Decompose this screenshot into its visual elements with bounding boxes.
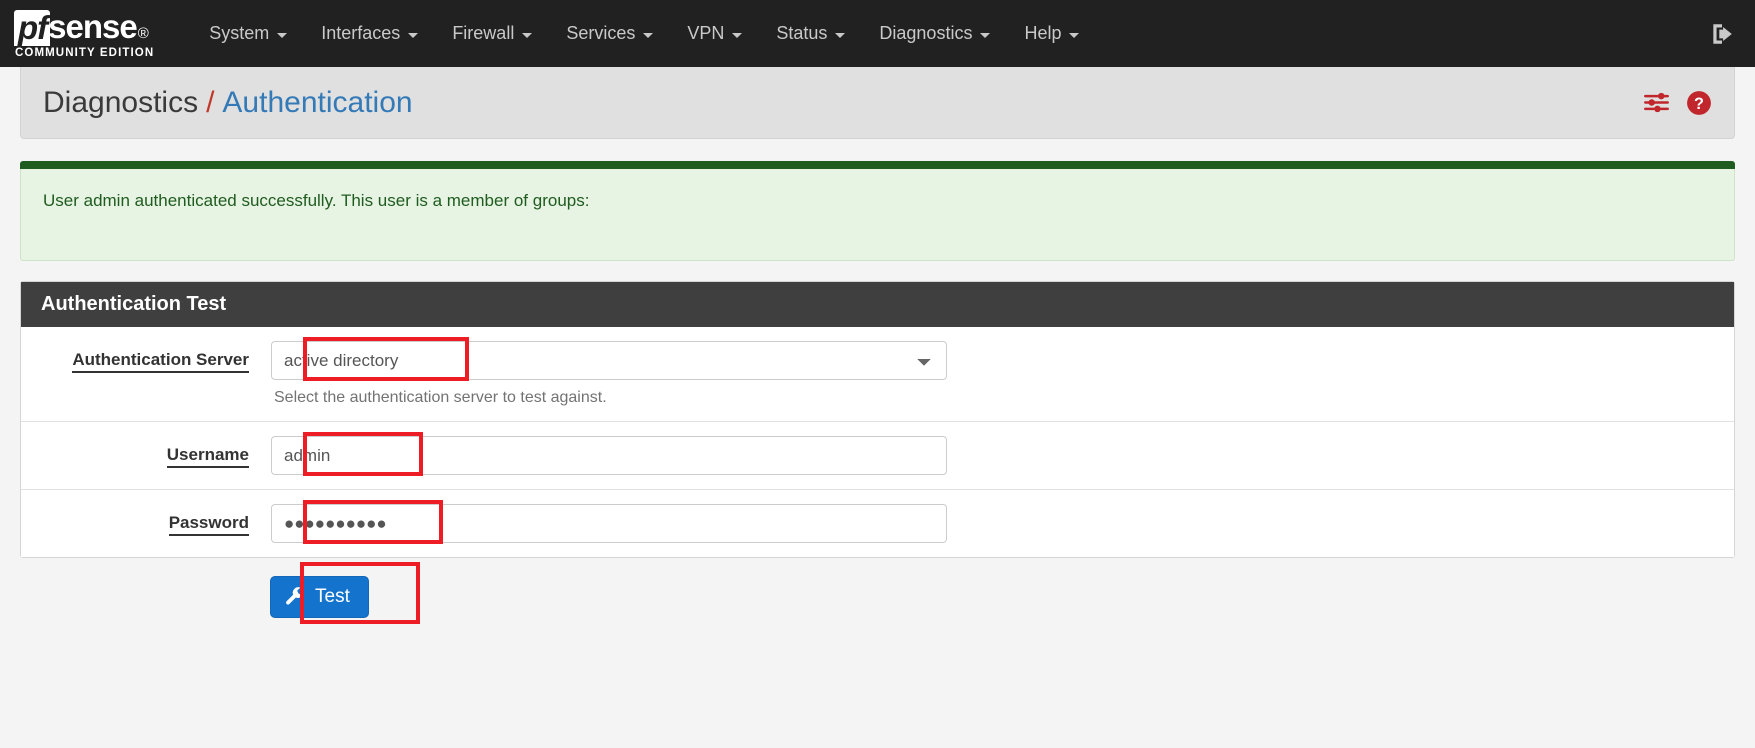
- authentication-server-help: Select the authentication server to test…: [274, 389, 607, 406]
- brand-subtitle: COMMUNITY EDITION: [15, 46, 155, 59]
- nav-item-label: Interfaces: [321, 23, 401, 43]
- nav-item-status[interactable]: Status: [759, 14, 862, 53]
- nav-item-label: Diagnostics: [879, 23, 973, 43]
- breadcrumb-bar: Diagnostics / Authentication ?: [20, 67, 1735, 139]
- alert-message: User admin authenticated successfully. T…: [43, 191, 590, 210]
- nav-item-help[interactable]: Help: [1007, 14, 1096, 53]
- svg-text:?: ?: [1694, 94, 1704, 112]
- form-row-username: Username: [21, 422, 1734, 490]
- chevron-down-icon: [408, 33, 419, 38]
- success-alert: User admin authenticated successfully. T…: [20, 161, 1735, 261]
- nav-item-system[interactable]: System: [192, 14, 304, 53]
- breadcrumb-current[interactable]: Authentication: [222, 86, 412, 120]
- page-container: Diagnostics / Authentication ? User admi…: [0, 67, 1755, 636]
- breadcrumb-parent: Diagnostics: [43, 85, 199, 119]
- nav-item-label: Status: [776, 23, 828, 43]
- logout-button[interactable]: [1709, 21, 1735, 47]
- nav-item-label: VPN: [687, 23, 725, 43]
- nav-item-label: Services: [566, 23, 636, 43]
- test-button-label: Test: [315, 586, 350, 607]
- chevron-down-icon: [1069, 33, 1080, 38]
- breadcrumb-separator: /: [206, 85, 215, 119]
- password-label: Password: [21, 504, 271, 536]
- test-button[interactable]: Test: [270, 576, 369, 618]
- form-row-password: Password: [21, 490, 1734, 557]
- authentication-server-select[interactable]: active directory: [271, 341, 947, 380]
- sliders-icon: [1644, 92, 1669, 113]
- nav-item-label: System: [209, 23, 270, 43]
- help-icon-button[interactable]: ?: [1686, 90, 1712, 116]
- top-navbar: pf sense ® COMMUNITY EDITION System Interf…: [0, 0, 1755, 67]
- help-circle-icon: ?: [1687, 90, 1711, 115]
- chevron-down-icon: [732, 33, 743, 38]
- alert-body: User admin authenticated successfully. T…: [20, 169, 1735, 261]
- nav-item-label: Firewall: [452, 23, 515, 43]
- chevron-down-icon: [522, 33, 533, 38]
- panel-body: Authentication Server active directory S…: [21, 327, 1734, 557]
- brand-pf-text: pf: [14, 9, 51, 46]
- alert-top-bar: [20, 161, 1735, 169]
- nav-item-services[interactable]: Services: [549, 14, 670, 53]
- wrench-icon: [286, 586, 304, 605]
- chevron-down-icon: [980, 33, 991, 38]
- brand-sense-text: sense: [48, 7, 138, 45]
- panel-title: Authentication Test: [21, 282, 1734, 327]
- brand-wordmark: pf sense ®: [14, 7, 154, 46]
- nav-item-label: Help: [1024, 23, 1062, 43]
- chevron-down-icon: [643, 33, 654, 38]
- username-input[interactable]: [271, 436, 947, 475]
- chevron-down-icon: [835, 33, 846, 38]
- nav-item-interfaces[interactable]: Interfaces: [304, 14, 435, 53]
- form-row-authentication-server: Authentication Server active directory S…: [21, 327, 1734, 422]
- brand-registered-mark: ®: [137, 24, 149, 42]
- pfsense-logo[interactable]: pf sense ® COMMUNITY EDITION: [14, 9, 154, 59]
- authentication-test-panel: Authentication Test Authentication Serve…: [20, 281, 1735, 558]
- submit-row: Test: [20, 558, 1735, 636]
- sliders-icon-button[interactable]: [1643, 91, 1670, 114]
- nav-item-diagnostics[interactable]: Diagnostics: [862, 14, 1007, 53]
- nav-menu: System Interfaces Firewall Services VPN …: [192, 14, 1096, 53]
- authentication-server-label: Authentication Server: [21, 341, 271, 373]
- password-input[interactable]: [271, 504, 947, 543]
- username-label: Username: [21, 436, 271, 468]
- chevron-down-icon: [277, 33, 288, 38]
- breadcrumb-actions: ?: [1643, 90, 1712, 116]
- logout-icon: [1713, 23, 1732, 44]
- nav-item-firewall[interactable]: Firewall: [435, 14, 549, 53]
- nav-item-vpn[interactable]: VPN: [670, 14, 759, 53]
